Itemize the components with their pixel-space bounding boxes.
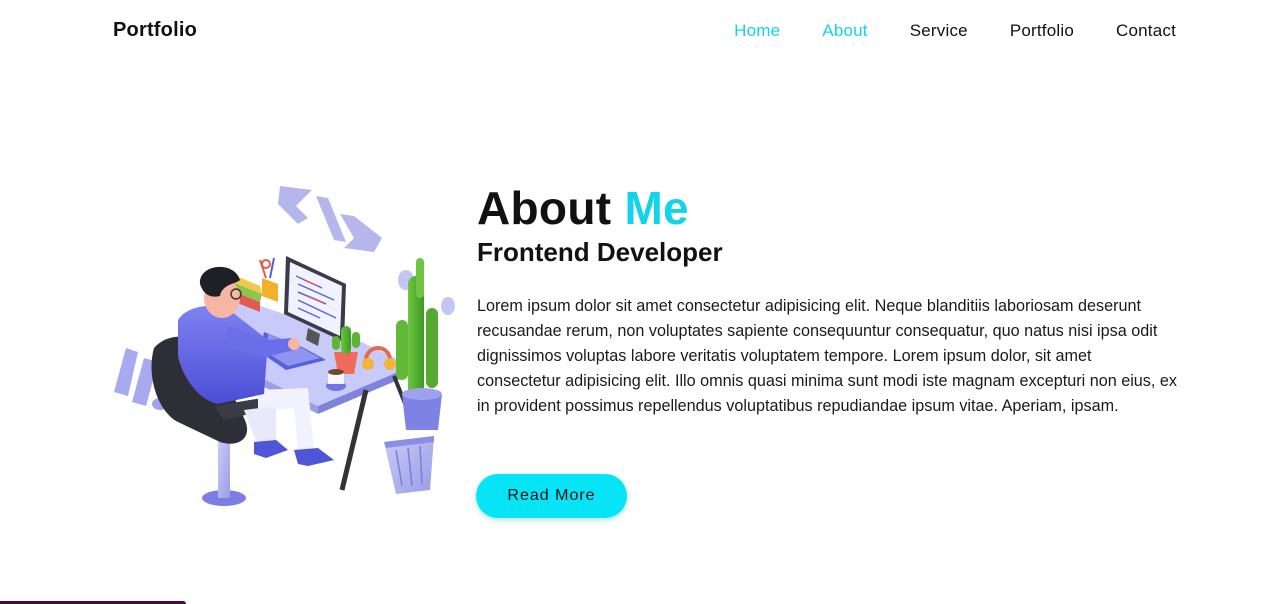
page: Portfolio Home About Service Portfolio C… xyxy=(0,0,1288,604)
about-title-accent: Me xyxy=(624,182,689,234)
code-brackets-icon xyxy=(278,186,382,252)
nav-home[interactable]: Home xyxy=(734,21,780,41)
read-more-button[interactable]: Read More xyxy=(476,474,627,518)
brand-logo[interactable]: Portfolio xyxy=(113,19,197,42)
main-nav: Home About Service Portfolio Contact xyxy=(692,21,1176,41)
developer-illustration xyxy=(114,186,455,506)
about-subtitle: Frontend Developer xyxy=(477,237,723,267)
nav-service[interactable]: Service xyxy=(910,21,968,41)
nav-contact[interactable]: Contact xyxy=(1116,21,1176,41)
nav-about[interactable]: About xyxy=(822,21,867,41)
about-title-main: About xyxy=(477,182,612,234)
about-paragraph: Lorem ipsum dolor sit amet consectetur a… xyxy=(477,297,1177,415)
about-title: About Me xyxy=(477,181,689,235)
nav-portfolio[interactable]: Portfolio xyxy=(1010,21,1074,41)
